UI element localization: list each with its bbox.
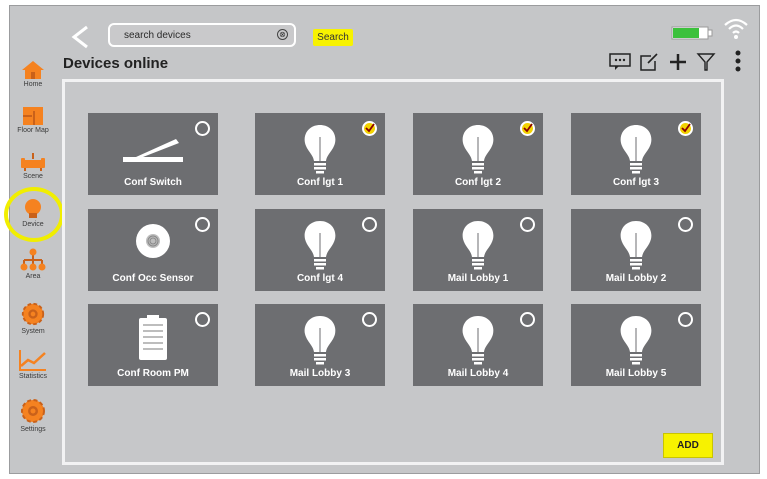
- back-chevron-icon[interactable]: [67, 24, 93, 50]
- power-meter-icon: [139, 315, 167, 360]
- device-icon-wrap: [118, 125, 188, 176]
- device-icon-wrap: [617, 123, 655, 182]
- device-icon-wrap: [301, 314, 339, 373]
- light-bulb-icon: [462, 221, 494, 270]
- sidebar-item-floor-map[interactable]: Floor Map: [7, 106, 59, 134]
- sidebar-item-label: Floor Map: [17, 127, 49, 134]
- sidebar-item-settings[interactable]: Settings: [7, 397, 59, 433]
- select-circle[interactable]: [520, 312, 535, 327]
- page-title: Devices online: [63, 55, 169, 72]
- device-label: Conf Room PM: [117, 368, 189, 379]
- device-label: Mail Lobby 2: [605, 273, 667, 284]
- area-icon: [20, 248, 46, 271]
- message-icon[interactable]: [609, 53, 631, 71]
- search-button[interactable]: Search: [313, 29, 353, 46]
- device-icon-wrap: [301, 219, 339, 278]
- settings-gear-icon: [21, 399, 45, 423]
- select-circle[interactable]: [195, 312, 210, 327]
- device-tile[interactable]: Mail Lobby 1: [413, 209, 543, 291]
- select-circle[interactable]: [520, 217, 535, 232]
- device-label: Conf lgt 1: [296, 177, 344, 188]
- sidebar-item-device[interactable]: Device: [7, 198, 59, 228]
- device-tile[interactable]: Conf Switch: [88, 113, 218, 195]
- selected-check-icon[interactable]: [362, 121, 377, 136]
- wifi-icon: [724, 18, 748, 39]
- device-tile[interactable]: Conf lgt 2: [413, 113, 543, 195]
- add-button[interactable]: ADD: [663, 433, 713, 458]
- device-label: Conf lgt 4: [296, 273, 344, 284]
- device-label: Conf Switch: [124, 177, 182, 188]
- clear-search-icon[interactable]: ⊗: [277, 29, 288, 40]
- switch-icon: [123, 139, 183, 162]
- device-tile[interactable]: Conf lgt 3: [571, 113, 701, 195]
- device-label: Mail Lobby 3: [289, 368, 351, 379]
- select-circle[interactable]: [362, 312, 377, 327]
- device-tile[interactable]: Mail Lobby 4: [413, 304, 543, 386]
- floor-map-icon: [23, 107, 43, 125]
- sidebar-item-label: Device: [22, 221, 44, 228]
- device-icon-wrap: [459, 123, 497, 182]
- light-bulb-icon: [304, 316, 336, 365]
- device-tile[interactable]: Conf lgt 1: [255, 113, 385, 195]
- selected-check-icon[interactable]: [520, 121, 535, 136]
- device-icon-wrap: [133, 314, 173, 367]
- selected-check-icon[interactable]: [678, 121, 693, 136]
- device-label: Conf lgt 2: [454, 177, 502, 188]
- sidebar-item-label: System: [21, 328, 45, 335]
- search-field: ⊗: [108, 23, 296, 47]
- device-tile[interactable]: Mail Lobby 2: [571, 209, 701, 291]
- device-label: Mail Lobby 4: [447, 368, 509, 379]
- sidebar-item-label: Settings: [20, 426, 46, 433]
- more-vertical-icon[interactable]: [734, 49, 742, 73]
- device-tile[interactable]: Conf Occ Sensor: [88, 209, 218, 291]
- light-bulb-icon: [304, 125, 336, 174]
- device-label: Mail Lobby 5: [605, 368, 667, 379]
- sidebar-item-home[interactable]: Home: [7, 60, 59, 88]
- sidebar-item-label: Home: [23, 81, 43, 88]
- occupancy-sensor-icon: [136, 224, 170, 258]
- device-tile[interactable]: Conf lgt 4: [255, 209, 385, 291]
- sidebar-item-label: Scene: [23, 173, 43, 180]
- home-icon: [22, 61, 44, 79]
- device-label: Mail Lobby 1: [447, 273, 509, 284]
- battery-icon: [671, 26, 713, 40]
- plus-icon[interactable]: [668, 52, 688, 72]
- light-bulb-icon: [304, 221, 336, 270]
- sidebar-item-area[interactable]: Area: [7, 248, 59, 280]
- device-label: Conf Occ Sensor: [112, 273, 194, 284]
- light-bulb-icon: [620, 316, 652, 365]
- light-bulb-icon: [462, 316, 494, 365]
- sidebar-item-scene[interactable]: Scene: [7, 152, 59, 180]
- select-circle[interactable]: [678, 217, 693, 232]
- scene-icon: [21, 153, 45, 171]
- device-icon-wrap: [617, 219, 655, 278]
- device-icon-wrap: [459, 314, 497, 373]
- light-bulb-icon: [620, 125, 652, 174]
- select-circle[interactable]: [195, 217, 210, 232]
- device-icon-wrap: [133, 219, 173, 268]
- device-icon-wrap: [459, 219, 497, 278]
- sidebar-item-label: Area: [25, 273, 41, 280]
- search-input[interactable]: [124, 28, 274, 42]
- filter-icon[interactable]: [696, 52, 716, 72]
- light-bulb-icon: [620, 221, 652, 270]
- device-tile[interactable]: Conf Room PM: [88, 304, 218, 386]
- device-icon-wrap: [301, 123, 339, 182]
- device-icon-wrap: [617, 314, 655, 373]
- device-tile[interactable]: Mail Lobby 5: [571, 304, 701, 386]
- sidebar-item-statistics[interactable]: Statistics: [7, 348, 59, 380]
- light-bulb-icon: [462, 125, 494, 174]
- select-circle[interactable]: [195, 121, 210, 136]
- device-tile[interactable]: Mail Lobby 3: [255, 304, 385, 386]
- select-circle[interactable]: [362, 217, 377, 232]
- statistics-icon: [19, 350, 46, 371]
- device-icon: [25, 199, 41, 218]
- select-circle[interactable]: [678, 312, 693, 327]
- system-gear-icon: [21, 302, 45, 326]
- edit-icon[interactable]: [639, 52, 659, 72]
- sidebar-item-label: Statistics: [18, 373, 47, 380]
- device-label: Conf lgt 3: [612, 177, 660, 188]
- sidebar-item-system[interactable]: System: [7, 301, 59, 335]
